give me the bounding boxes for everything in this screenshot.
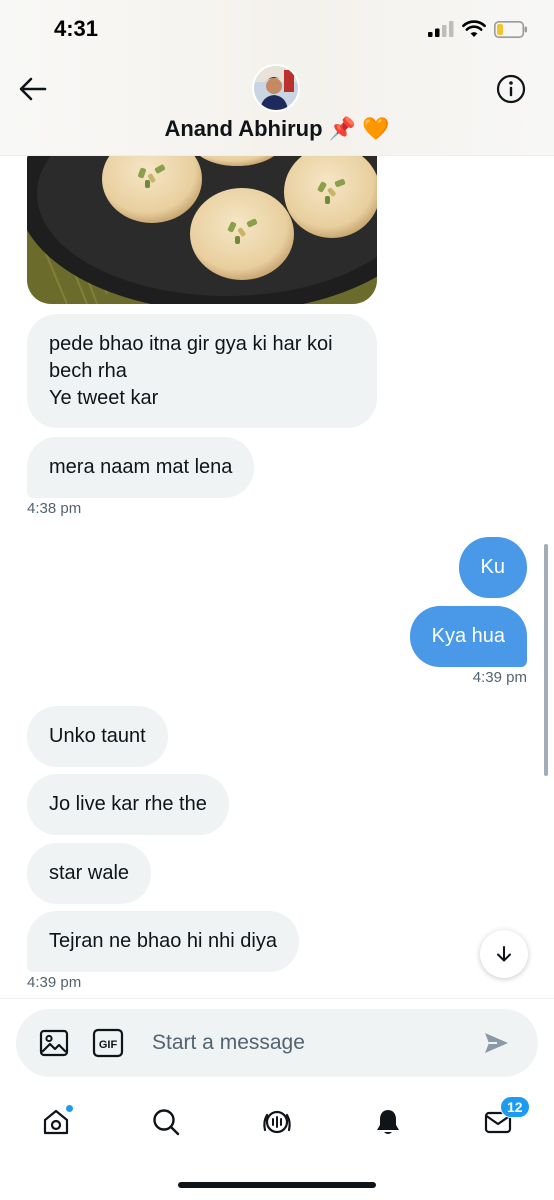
bottom-navigation: 12 xyxy=(0,1090,554,1200)
nav-messages[interactable]: 12 xyxy=(478,1096,530,1142)
message-composer: GIF xyxy=(16,1009,538,1077)
nav-home[interactable] xyxy=(36,1102,76,1142)
bell-icon xyxy=(377,1110,399,1134)
gif-label: GIF xyxy=(99,1039,118,1051)
wifi-icon xyxy=(462,20,486,37)
arrow-down-icon xyxy=(497,946,511,962)
message-bubble-incoming[interactable]: Tejran ne bhao hi nhi diya xyxy=(27,911,299,972)
cellular-signal-icon xyxy=(428,21,454,37)
message-thread[interactable]: pede bhao itna gir gya ki har koi bech r… xyxy=(0,156,554,998)
scrollbar[interactable] xyxy=(544,544,548,776)
nav-search[interactable] xyxy=(146,1102,186,1142)
message-input[interactable] xyxy=(152,1023,452,1063)
send-icon[interactable] xyxy=(482,1029,510,1057)
message-timestamp: 4:39 pm xyxy=(472,669,527,686)
notification-dot xyxy=(65,1104,74,1113)
message-bubble-outgoing[interactable]: Ku xyxy=(458,537,527,598)
status-bar: 4:31 xyxy=(0,0,554,60)
battery-icon xyxy=(494,20,527,38)
gif-icon[interactable]: GIF xyxy=(92,1028,124,1058)
nav-spaces[interactable] xyxy=(257,1102,297,1142)
message-bubble-outgoing[interactable]: Kya hua xyxy=(409,606,527,667)
message-timestamp: 4:39 pm xyxy=(27,974,82,991)
composer-bar: GIF xyxy=(0,998,554,1090)
message-bubble-incoming[interactable]: star wale xyxy=(27,843,152,904)
message-bubble-incoming[interactable]: pede bhao itna gir gya ki har koi bech r… xyxy=(27,314,377,428)
home-indicator[interactable] xyxy=(178,1182,376,1188)
status-icons xyxy=(428,20,528,38)
messages-badge: 12 xyxy=(500,1096,530,1118)
message-bubble-incoming[interactable]: Unko taunt xyxy=(27,706,168,767)
status-time: 4:31 xyxy=(54,16,99,41)
message-timestamp: 4:38 pm xyxy=(27,500,82,517)
message-bubble-incoming[interactable]: mera naam mat lena xyxy=(27,437,255,498)
spaces-icon xyxy=(263,1110,291,1134)
message-bubble-incoming[interactable]: Jo live kar rhe the xyxy=(27,774,229,835)
scroll-to-bottom-button[interactable] xyxy=(480,930,528,978)
avatar-photo xyxy=(254,66,298,110)
search-icon xyxy=(153,1109,180,1136)
shared-image[interactable] xyxy=(27,156,377,304)
nav-notifications[interactable] xyxy=(368,1102,408,1142)
back-arrow-icon[interactable] xyxy=(18,74,48,104)
contact-avatar[interactable] xyxy=(252,64,300,112)
image-icon[interactable] xyxy=(38,1027,70,1059)
peda-sweets-photo xyxy=(27,156,377,304)
contact-name[interactable]: Anand Abhirup 📌 🧡 xyxy=(0,116,554,142)
info-icon[interactable] xyxy=(496,74,526,104)
